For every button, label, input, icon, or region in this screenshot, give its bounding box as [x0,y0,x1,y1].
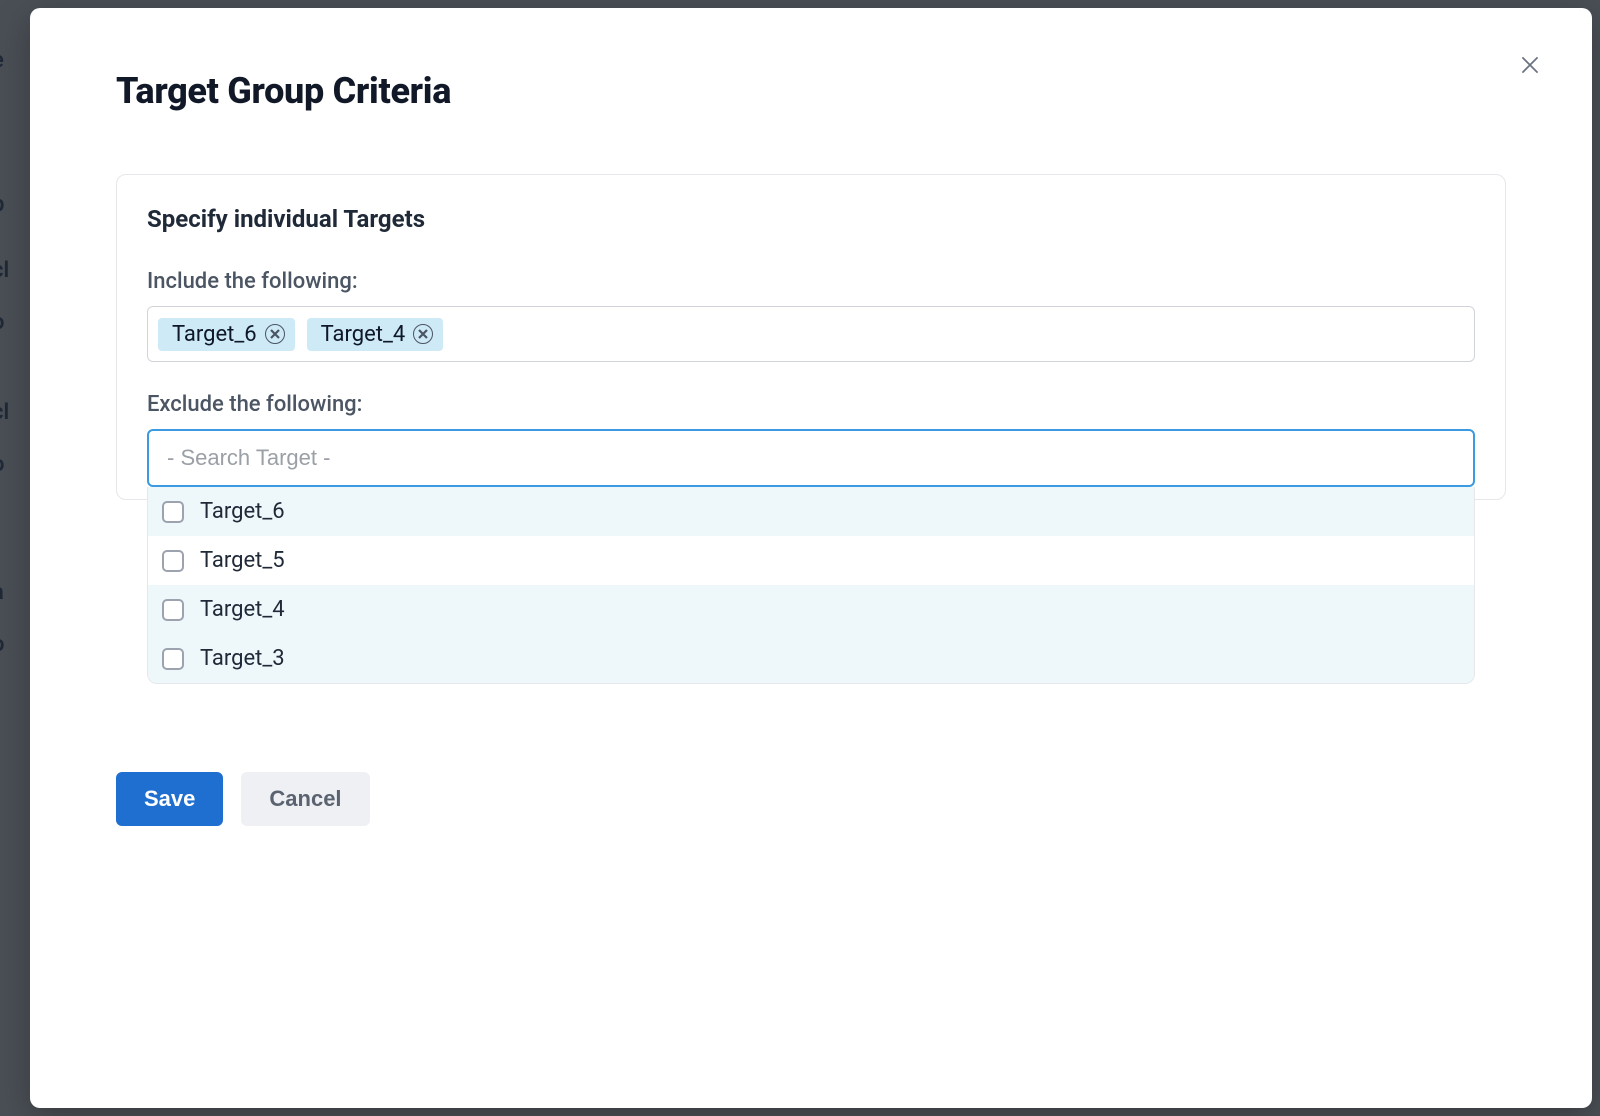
checkbox-icon[interactable] [162,599,184,621]
checkbox-icon[interactable] [162,648,184,670]
dropdown-option-label: Target_6 [200,499,285,524]
dropdown-option[interactable]: Target_3 [148,634,1474,683]
dropdown-option[interactable]: Target_4 [148,585,1474,634]
include-tag: Target_4 [307,318,444,351]
include-tag-label: Target_4 [321,322,406,347]
include-label: Include the following: [147,269,1475,294]
exclude-dropdown: Target_6 Target_5 Target_4 Target_3 [147,487,1475,684]
include-tag-label: Target_6 [172,322,257,347]
specify-targets-card: Specify individual Targets Include the f… [116,174,1506,500]
include-tag: Target_6 [158,318,295,351]
exclude-label: Exclude the following: [147,392,1475,417]
target-group-criteria-modal: Target Group Criteria Specify individual… [30,8,1592,1108]
checkbox-icon[interactable] [162,550,184,572]
close-icon [1517,52,1543,81]
remove-tag-button[interactable] [413,324,433,344]
remove-icon [418,327,428,342]
close-button[interactable] [1510,46,1550,86]
remove-tag-button[interactable] [265,324,285,344]
checkbox-icon[interactable] [162,501,184,523]
card-title: Specify individual Targets [147,205,1475,233]
exclude-search-input[interactable] [147,429,1475,487]
modal-actions: Save Cancel [116,772,1506,826]
cancel-button[interactable]: Cancel [241,772,369,826]
dropdown-option-label: Target_5 [200,548,285,573]
dropdown-option[interactable]: Target_6 [148,487,1474,536]
remove-icon [270,327,280,342]
dropdown-option-label: Target_4 [200,597,285,622]
save-button[interactable]: Save [116,772,223,826]
dropdown-option[interactable]: Target_5 [148,536,1474,585]
include-targets-input[interactable]: Target_6 Target_4 [147,306,1475,362]
modal-title: Target Group Criteria [116,70,1506,112]
dropdown-option-label: Target_3 [200,646,285,671]
